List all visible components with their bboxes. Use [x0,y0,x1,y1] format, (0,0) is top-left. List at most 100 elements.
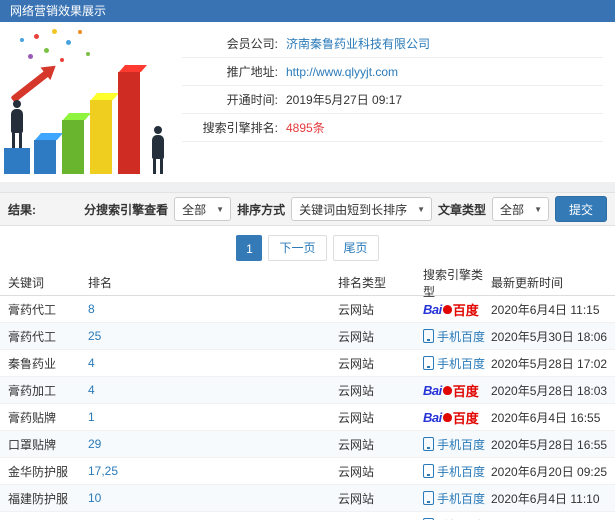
rank-link[interactable]: 4 [88,383,338,397]
article-type-filter-value: 全部 [500,202,525,217]
table-row: 口罩贴牌 29 云网站 手机百度 2020年5月28日 16:55 [0,431,615,458]
table-body: 膏药代工 8 云网站 Bai 百度 2020年6月4日 11:15 膏药代工 25 云网站 手机百… [0,296,615,520]
mobile-phone-icon [423,437,434,451]
table-row: 膏药代工 8 云网站 Bai 百度 2020年6月4日 11:15 [0,296,615,323]
promo-url-link[interactable]: http://www.qlyyjt.com [286,65,398,79]
member-info-list: 会员公司: 济南秦鲁药业科技有限公司 推广地址: http://www.qlyy… [182,22,615,182]
pagination: 1 下一页 尾页 [0,226,615,270]
table-row: 膏药加工 4 云网站 Bai 百度 2020年5月28日 18:03 [0,377,615,404]
info-row: 搜索引擎排名: 4895条 [182,114,603,142]
rank-type-cell: 云网站 [338,383,375,398]
table-row: 手机百度 [0,512,615,520]
baidu-logo: Bai 百度 [423,381,491,400]
engine-column-header: 搜索引擎类型 [423,267,484,299]
engine-filter-label: 分搜索引擎查看 [84,202,169,217]
bar-chart-graphic [62,120,84,174]
pagination-next-button[interactable]: 下一页 [268,235,327,261]
keyword-cell: 膏药贴牌 [8,410,57,425]
engine-filter-value: 全部 [182,202,207,217]
pagination-current-page[interactable]: 1 [236,235,263,261]
rank-link[interactable]: 17,25 [88,464,338,478]
rank-type-cell: 云网站 [338,302,375,317]
rank-type-cell: 云网站 [338,491,375,506]
mobile-baidu-logo: 手机百度 [423,436,491,453]
pedestal-graphic [4,148,30,174]
rank-column-header: 排名 [88,276,113,290]
table-row: 秦鲁药业 4 云网站 手机百度 2020年5月28日 17:02 [0,350,615,377]
table-header: 关键词 排名 排名类型 搜索引擎类型 最新更新时间 [0,268,615,299]
submit-button[interactable]: 提交 [554,196,607,222]
info-row: 开通时间: 2019年5月27日 09:17 [182,86,603,114]
sort-filter-value: 关键词由短到长排序 [299,202,408,217]
mobile-baidu-logo: 手机百度 [423,490,491,507]
table-row: 金华防护服 17,25 云网站 手机百度 2020年6月20日 09:25 [0,458,615,485]
engine-filter-select[interactable]: 全部 ▼ [174,197,232,221]
update-time-cell: 2020年5月30日 18:06 [491,329,608,344]
chevron-down-icon: ▼ [417,204,426,214]
bar-chart-graphic [90,100,112,174]
mobile-baidu-logo: 手机百度 [423,517,491,520]
update-time-cell: 2020年6月20日 09:25 [491,464,608,479]
mobile-phone-icon [423,356,434,370]
window-titlebar: 网络营销效果展示 [0,0,615,22]
baidu-logo: Bai 百度 [423,300,491,319]
confetti-decoration [20,38,24,42]
mobile-phone-icon [423,464,434,478]
confetti-decoration [28,54,33,59]
time-column-header: 最新更新时间 [491,276,564,290]
keyword-cell: 金华防护服 [8,464,69,479]
update-time-cell: 2020年6月4日 11:15 [491,302,600,317]
article-type-filter-select[interactable]: 全部 ▼ [492,197,549,221]
results-filter-bar: 结果: 分搜索引擎查看 全部 ▼ 排序方式 关键词由短到长排序 ▼ 文章类型 全… [0,192,615,226]
chevron-down-icon: ▼ [534,204,542,214]
rank-link[interactable]: 25 [88,329,338,343]
rank-type-cell: 云网站 [338,464,375,479]
open-time-label: 开通时间: [226,93,278,107]
mobile-phone-icon [423,491,434,505]
article-type-filter-label: 文章类型 [438,202,487,217]
sort-filter-select[interactable]: 关键词由短到长排序 ▼ [291,197,433,221]
section-divider [0,182,615,192]
filter-controls: 分搜索引擎查看 全部 ▼ 排序方式 关键词由短到长排序 ▼ 文章类型 全部 ▼ … [84,196,607,222]
keyword-cell: 口罩贴牌 [8,437,57,452]
baidu-logo: Bai 百度 [423,408,491,427]
keyword-cell: 秦鲁药业 [8,356,57,371]
ranking-count-value: 4895条 [286,121,325,135]
keyword-cell: 膏药代工 [8,329,57,344]
member-company-label: 会员公司: [226,37,278,51]
page-title: 网络营销效果展示 [10,4,107,18]
table-row: 福建防护服 10 云网站 手机百度 2020年6月4日 11:10 [0,485,615,512]
rank-type-column-header: 排名类型 [338,276,387,290]
update-time-cell: 2020年5月28日 17:02 [491,356,608,371]
baidu-cn-text: 百度 [452,410,479,426]
rank-link[interactable]: 4 [88,356,338,370]
rank-link[interactable]: 29 [88,437,338,451]
chevron-down-icon: ▼ [216,204,225,214]
rank-link[interactable]: 10 [88,491,338,505]
keyword-cell: 膏药加工 [8,383,57,398]
mobile-baidu-label: 手机百度 [437,437,486,452]
businessman-figure [150,126,166,174]
update-time-cell: 2020年6月4日 16:55 [491,410,601,425]
mobile-baidu-logo: 手机百度 [423,463,491,480]
baidu-latin-text: Bai [423,301,442,317]
mobile-baidu-logo: 手机百度 [423,355,491,372]
keyword-cell: 福建防护服 [8,491,69,506]
promo-url-label: 推广地址: [226,65,278,79]
confetti-decoration [60,58,64,62]
keyword-column-header: 关键词 [8,276,45,290]
member-company-link[interactable]: 济南秦鲁药业科技有限公司 [286,35,430,52]
mobile-phone-icon [423,329,434,343]
info-row: 推广地址: http://www.qlyyjt.com [182,58,603,86]
update-time-cell: 2020年5月28日 16:55 [491,437,608,452]
open-time-value: 2019年5月27日 09:17 [286,93,403,107]
pagination-last-button[interactable]: 尾页 [332,235,379,261]
baidu-latin-text: Bai [423,382,442,398]
ranking-count-label: 搜索引擎排名: [202,121,278,135]
rank-link[interactable]: 1 [88,410,338,424]
sort-filter-label: 排序方式 [237,202,286,217]
businessman-figure [9,100,25,148]
rank-link[interactable]: 8 [88,302,338,316]
confetti-decoration [86,52,90,56]
update-time-cell: 2020年6月4日 11:10 [491,491,600,506]
